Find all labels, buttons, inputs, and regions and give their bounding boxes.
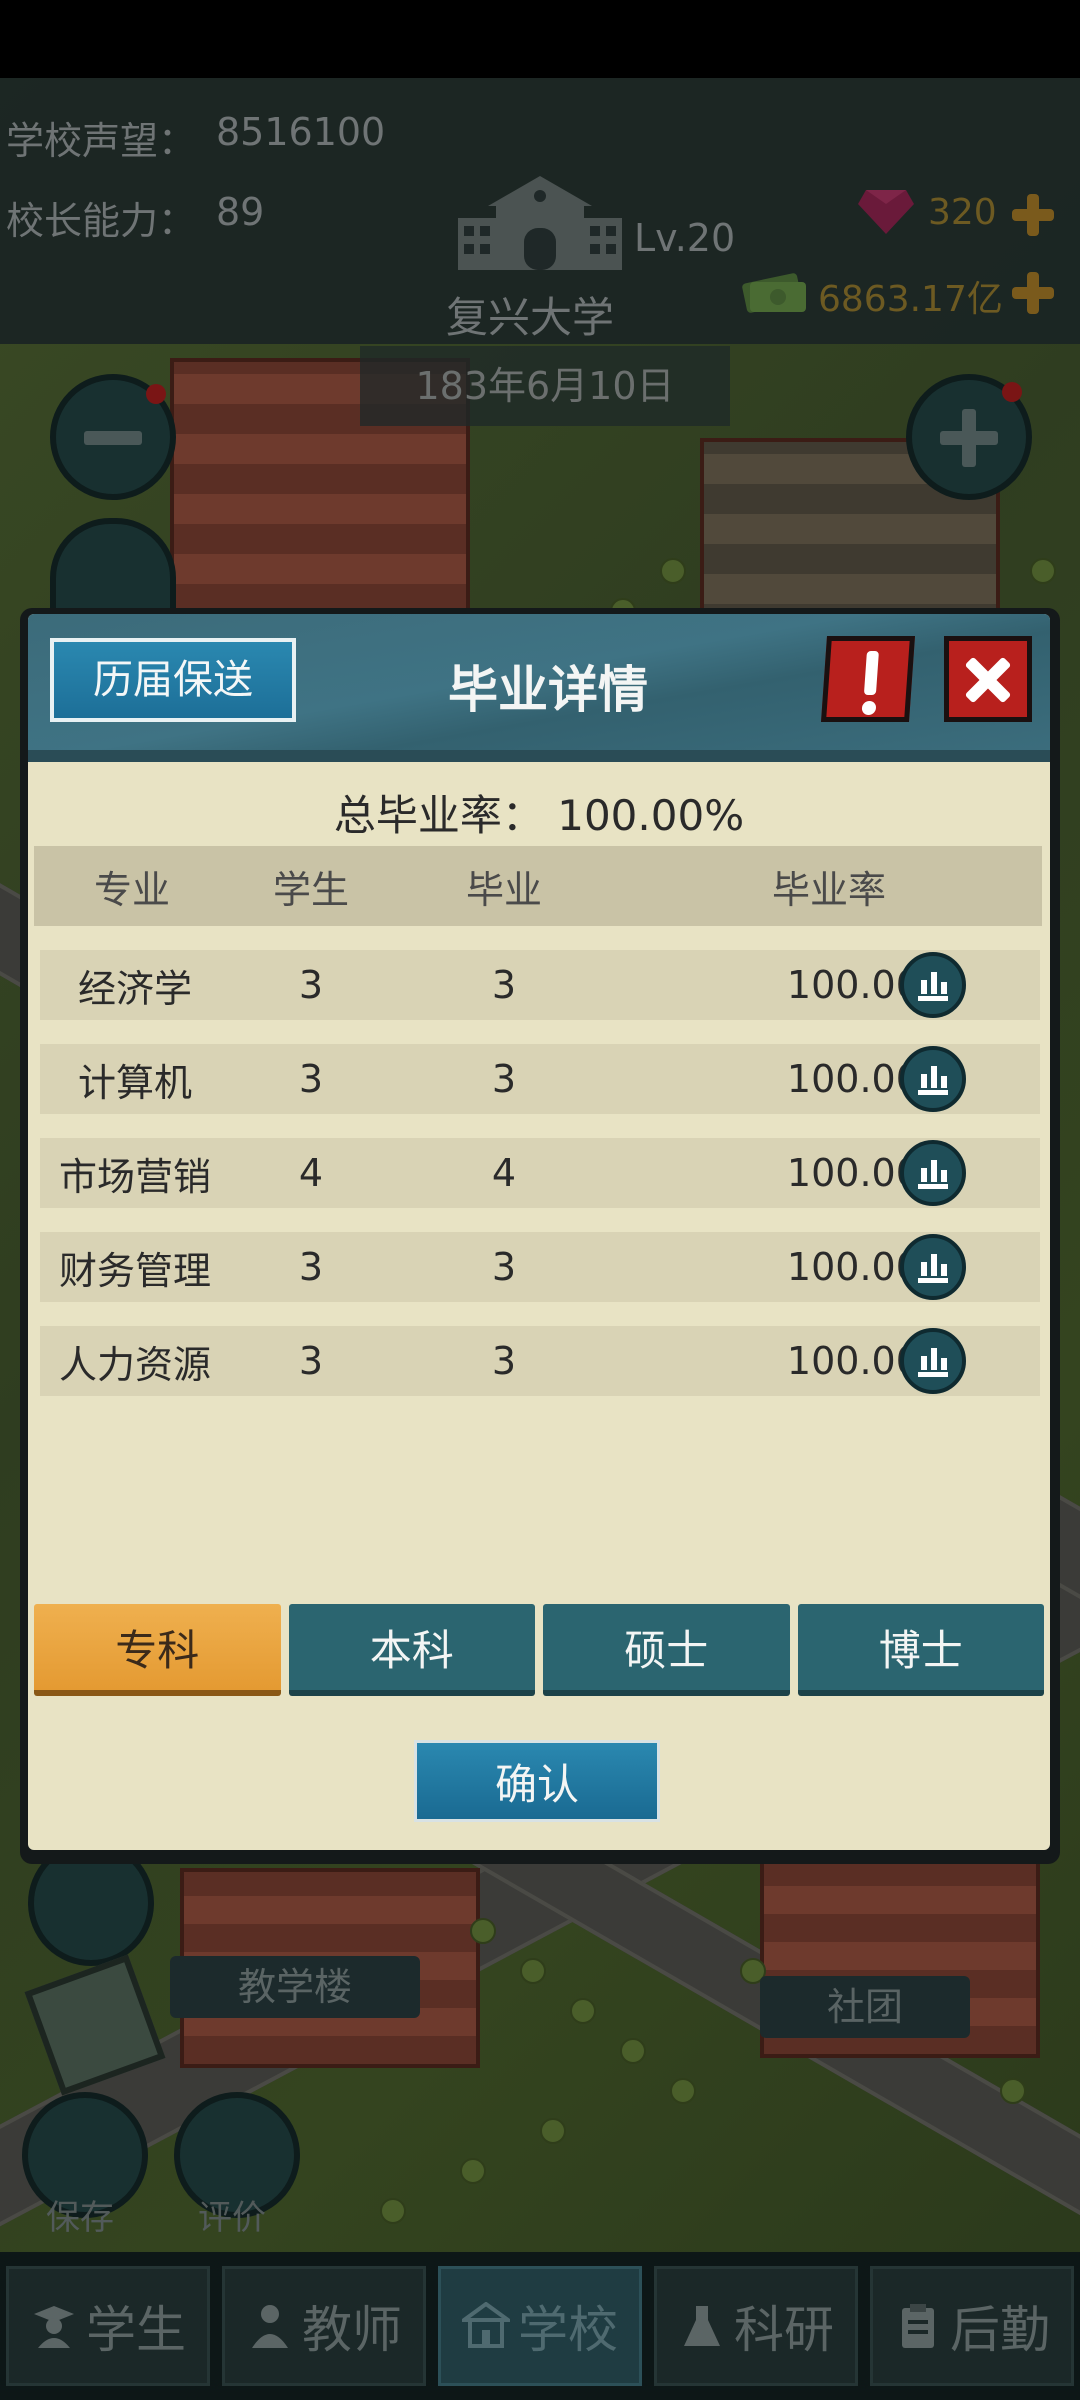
teaching-building-tag[interactable]: 教学楼 [170,1956,420,2018]
ability-value: 89 [216,190,265,234]
student-count: 3 [298,963,324,1007]
bar-chart-icon[interactable] [900,1046,966,1112]
review-label: 评价 [198,2198,266,2238]
table-row: 财务管理 3 3 100.00% [40,1232,1040,1302]
tree [670,2078,696,2104]
tree [380,2198,406,2224]
ability-label: 校长能力： [6,199,197,243]
bar-chart-icon[interactable] [900,1234,966,1300]
dialog-body: 历届保送 毕业详情 总毕业率： 100.00% 专业 学生 毕业 毕业率 经济学… [28,614,1050,1850]
gem-icon [858,190,914,234]
game-date: 183年6月10日 [360,346,730,426]
nav-teachers[interactable]: 教师 [222,2266,426,2386]
nav-research[interactable]: 科研 [654,2266,858,2386]
graduate-count: 3 [491,1057,517,1101]
student-icon [34,2306,74,2348]
table-header: 专业 学生 毕业 毕业率 [34,846,1042,926]
status-bar [0,0,1080,78]
bar-chart-icon[interactable] [900,1328,966,1394]
nav-logistics[interactable]: 后勤 [870,2266,1074,2386]
major-name: 人力资源 [58,1342,211,1387]
major-name: 财务管理 [58,1248,211,1293]
exclamation-icon [863,651,879,695]
table-row: 经济学 3 3 100.00% [40,950,1040,1020]
history-recommendations-button[interactable]: 历届保送 [50,638,296,722]
tab-master[interactable]: 硕士 [543,1604,790,1696]
tree [460,2158,486,2184]
student-count: 3 [298,1339,324,1383]
bottom-nav: 学生 教师 学校 科研 后勤 [0,2252,1080,2400]
add-gems-button[interactable] [1008,190,1058,240]
bar-chart-icon[interactable] [900,952,966,1018]
nav-teachers-label: 教师 [302,2301,402,2359]
table-row: 计算机 3 3 100.00% [40,1044,1040,1114]
notification-dot [146,384,166,404]
tree [520,1958,546,1984]
tree [540,2118,566,2144]
nav-school-label: 学校 [518,2301,618,2359]
add-money-button[interactable] [1008,268,1058,318]
notification-dot [1002,382,1022,402]
graduate-count: 3 [491,1245,517,1289]
info-button[interactable] [820,636,916,722]
major-name: 市场营销 [58,1154,211,1199]
graduate-count: 3 [491,1339,517,1383]
dialog-title: 毕业详情 [448,661,648,719]
gem-count: 320 [928,192,997,233]
flask-icon [684,2306,720,2346]
major-name: 经济学 [77,966,192,1011]
column-students: 学生 [272,867,349,912]
graduate-count: 3 [491,963,517,1007]
major-name: 计算机 [77,1060,192,1105]
tree [570,1998,596,2024]
bar-chart-icon[interactable] [900,1140,966,1206]
graduate-count: 4 [491,1151,517,1195]
tree [660,558,686,584]
table-row: 市场营销 4 4 100.00% [40,1138,1040,1208]
degree-tabs: 专科 本科 硕士 博士 [34,1604,1044,1696]
total-graduation-rate: 总毕业率： 100.00% [333,791,745,840]
column-graduates: 毕业 [465,867,542,912]
money-icon [742,273,806,313]
money-amount: 6863.17亿 [818,279,1003,320]
column-rate: 毕业率 [771,867,886,912]
tree [1030,558,1056,584]
tree [1000,2078,1026,2104]
tree [470,1918,496,1944]
column-major: 专业 [93,867,170,912]
student-count: 3 [298,1057,324,1101]
close-button[interactable] [944,636,1032,722]
save-label: 保存 [46,2198,114,2238]
school-icon [462,2302,510,2348]
nav-logistics-label: 后勤 [950,2301,1050,2359]
tab-doctor[interactable]: 博士 [797,1604,1044,1696]
prestige-label: 学校声望： [6,119,197,163]
tree [620,2038,646,2064]
student-count: 3 [298,1245,324,1289]
clipboard-icon [902,2304,934,2348]
nav-students[interactable]: 学生 [6,2266,210,2386]
club-tag[interactable]: 社团 [760,1976,970,2038]
tab-associate[interactable]: 专科 [34,1604,281,1696]
graduation-details-dialog: 历届保送 毕业详情 总毕业率： 100.00% 专业 学生 毕业 毕业率 经济学… [20,608,1060,1864]
school-name: 复兴大学 [446,293,615,342]
nav-research-label: 科研 [734,2301,834,2359]
nav-school[interactable]: 学校 [438,2266,642,2386]
confirm-button[interactable]: 确认 [414,1740,660,1822]
student-count: 4 [298,1151,324,1195]
teacher-icon [252,2305,288,2348]
prestige-value: 8516100 [216,110,386,154]
school-building-icon[interactable] [452,172,628,276]
tab-bachelor[interactable]: 本科 [288,1604,535,1696]
exclamation-dot [861,701,877,715]
table-row: 人力资源 3 3 100.00% [40,1326,1040,1396]
school-level: Lv.20 [634,216,736,260]
nav-students-label: 学生 [86,2301,186,2359]
